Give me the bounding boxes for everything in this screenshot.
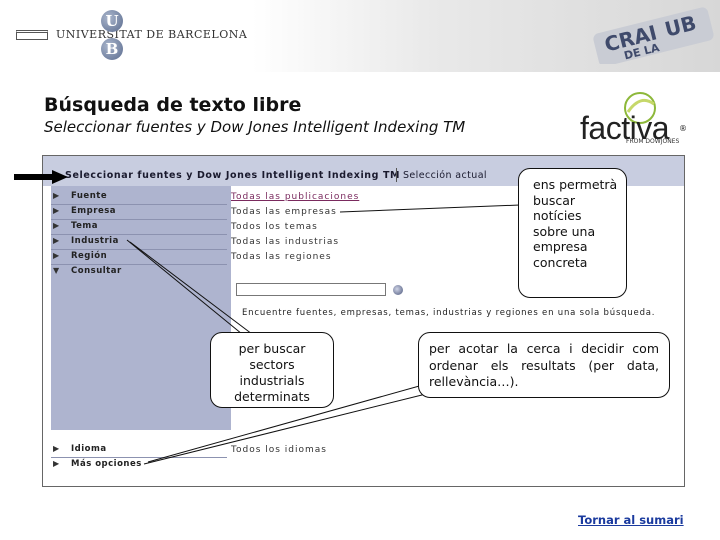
arrow-right-icon [14, 170, 68, 184]
pointer-line-industria-2 [129, 241, 253, 335]
callout-ordenar: per acotar la cerca i decidir com ordena… [418, 332, 670, 398]
return-to-summary-link[interactable]: Tornar al sumari [578, 513, 684, 527]
pointer-line-empresa [339, 204, 521, 213]
pointer-line-industria [126, 239, 243, 335]
callout-empresa: ens permetrà buscar notícies sobre una e… [518, 168, 627, 298]
callout-sectors: per buscar sectors industrials determina… [210, 332, 334, 408]
